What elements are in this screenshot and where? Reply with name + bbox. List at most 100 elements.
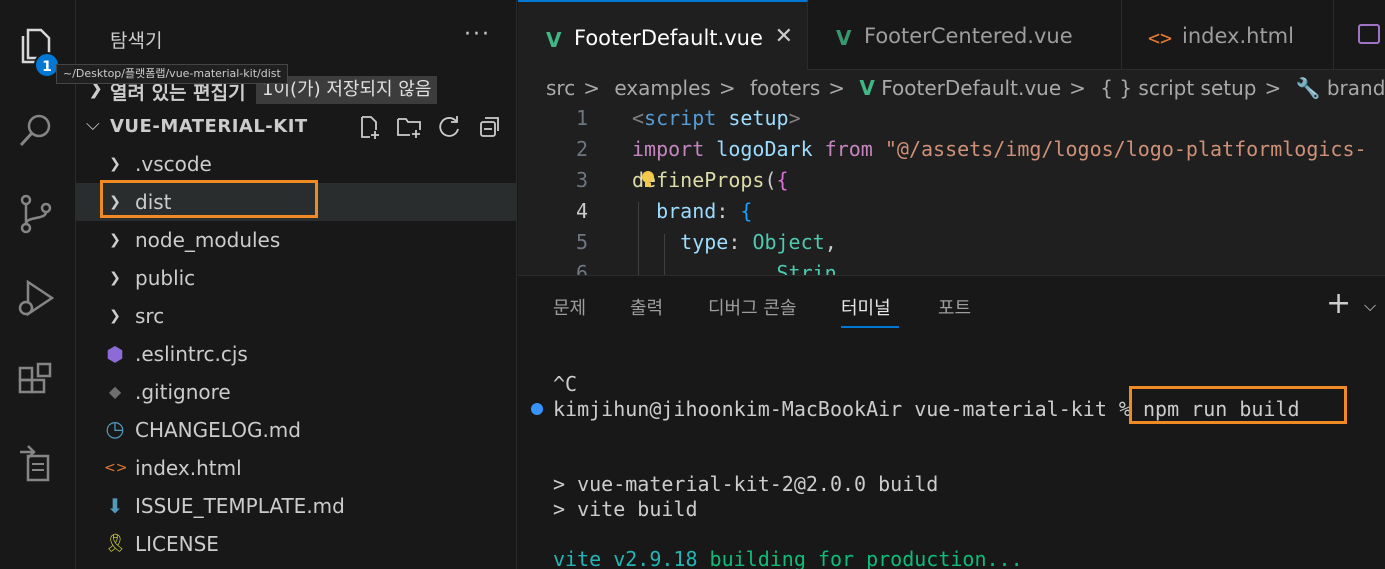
terminal-line: ^C xyxy=(553,372,578,396)
tree-item-label: LICENSE xyxy=(135,532,219,556)
line-number: 6 xyxy=(575,261,588,275)
chevron-right-icon: > xyxy=(828,76,846,100)
code-line: 4 brand: { xyxy=(518,199,1385,230)
html-icon: <> xyxy=(104,460,128,476)
license-icon: 🎗 xyxy=(104,533,127,554)
code-text: import logoDark from "@/assets/img/logos… xyxy=(632,137,1367,161)
chevron-right-icon: ❯ xyxy=(109,156,121,172)
collapse-all-icon[interactable] xyxy=(476,114,502,140)
breadcrumb: src > examples > footers > V FooterDefault.… xyxy=(546,76,1385,100)
close-icon[interactable]: ✕ xyxy=(775,24,793,49)
tree-item-label: src xyxy=(135,304,165,328)
sidebar-title: 탐색기 xyxy=(110,30,163,52)
code-line: 1 <script setup> xyxy=(518,106,1385,137)
vite-version: vite v2.9.18 xyxy=(553,547,710,569)
tree-item-label: .vscode xyxy=(135,152,212,176)
build-status: building for production... xyxy=(709,547,1023,569)
vue-file-icon: V xyxy=(546,28,562,52)
chevron-right-icon: ❯ xyxy=(109,270,121,286)
terminal[interactable]: ^C kimjihun@jihoonkim-MacBookAir vue-mat… xyxy=(518,276,1385,569)
tree-item-label: ISSUE_TEMPLATE.md xyxy=(135,494,345,518)
terminal-line: > vite build xyxy=(553,497,698,521)
tree-item[interactable]: ❯ node_modules xyxy=(76,221,517,259)
line-number: 2 xyxy=(575,137,588,161)
tab-footer-default[interactable]: V FooterDefault.vue ✕ xyxy=(518,0,808,70)
line-number: 4 xyxy=(575,199,588,223)
chevron-right-icon: > xyxy=(1264,76,1282,100)
eslint-icon: ⬢ xyxy=(106,342,124,366)
breadcrumb-item[interactable]: footers xyxy=(750,76,820,100)
wrench-icon: 🔧 xyxy=(1295,76,1321,100)
chevron-right-icon: > xyxy=(718,76,736,100)
tree-item[interactable]: ⬢ .eslintrc.cjs xyxy=(76,335,517,373)
chevron-right-icon: > xyxy=(1069,76,1086,100)
code-editor[interactable]: 1 <script setup> 2 import logoDark from "@/… xyxy=(518,106,1385,275)
tab-footer-centered[interactable]: V FooterCentered.vue xyxy=(808,0,1122,70)
tree-item-label: CHANGELOG.md xyxy=(135,418,301,442)
line-number: 5 xyxy=(575,230,588,254)
tree-item[interactable]: ❯ src xyxy=(76,297,517,335)
tree-item[interactable]: ◆ .gitignore xyxy=(76,373,517,411)
code-text: brand: { xyxy=(656,199,753,223)
new-folder-icon[interactable] xyxy=(396,114,422,140)
breadcrumb-item[interactable]: { } script setup xyxy=(1100,76,1256,100)
source-control-icon[interactable] xyxy=(14,192,58,236)
breadcrumb-item[interactable]: FooterDefault.vue xyxy=(881,76,1061,100)
highlight-dist xyxy=(100,180,318,218)
chevron-right-icon: ❯ xyxy=(109,232,121,248)
tree-item[interactable]: ⬇ ISSUE_TEMPLATE.md xyxy=(76,487,517,525)
remote-explorer-icon[interactable] xyxy=(14,442,58,486)
image-file-icon xyxy=(1358,24,1380,44)
code-line: 6 Strin xyxy=(518,261,1385,275)
code-text: type: Object, xyxy=(680,230,837,254)
editor-area: V FooterDefault.vue ✕ V FooterCentered.v… xyxy=(518,0,1385,275)
tab-label: index.html xyxy=(1182,24,1294,48)
tree-item[interactable]: ◷ CHANGELOG.md xyxy=(76,411,517,449)
html-icon: <> xyxy=(1148,26,1173,50)
explorer-sidebar: 탐색기 ··· ~/Desktop/플랫폼랩/vue-material-kit/… xyxy=(56,0,517,569)
tree-item-label: index.html xyxy=(135,456,242,480)
lightbulb-icon[interactable] xyxy=(640,170,656,190)
terminal-prompt: kimjihun@jihoonkim-MacBookAir vue-materi… xyxy=(553,397,1144,421)
search-icon[interactable] xyxy=(14,108,58,152)
refresh-icon[interactable] xyxy=(436,114,462,140)
tree-item-label: public xyxy=(135,266,196,290)
tree-item[interactable]: ❯ .vscode xyxy=(76,145,517,183)
tab-overflow[interactable] xyxy=(1334,0,1385,70)
path-tooltip: ~/Desktop/플랫폼랩/vue-material-kit/dist xyxy=(56,64,288,84)
code-text: Strin xyxy=(776,261,837,275)
project-folder-header[interactable]: ⌵ VUE-MATERIAL-KIT xyxy=(76,110,517,142)
code-line: 5 type: Object, xyxy=(518,230,1385,261)
tree-item[interactable]: <> index.html xyxy=(76,449,517,487)
run-debug-icon[interactable] xyxy=(14,276,58,320)
terminal-line: > vue-material-kit-2@2.0.0 build xyxy=(553,472,939,496)
vue-file-icon: V xyxy=(836,26,852,50)
tab-label: FooterDefault.vue xyxy=(574,26,763,50)
line-number: 1 xyxy=(575,106,588,130)
tree-item[interactable]: 🎗 LICENSE xyxy=(76,525,517,563)
tab-label: FooterCentered.vue xyxy=(864,24,1073,48)
tree-item-label: .gitignore xyxy=(135,380,231,404)
tree-item-label: .eslintrc.cjs xyxy=(135,342,248,366)
highlight-command xyxy=(1129,386,1347,424)
breadcrumb-item[interactable]: src xyxy=(546,76,575,100)
extensions-icon[interactable] xyxy=(14,360,58,404)
breadcrumb-item[interactable]: examples xyxy=(614,76,711,100)
code-text: <script setup> xyxy=(632,106,801,130)
new-file-icon[interactable] xyxy=(356,114,382,140)
code-line: 2 import logoDark from "@/assets/img/logo… xyxy=(518,137,1385,168)
breadcrumb-item[interactable]: brand xyxy=(1327,76,1385,100)
chevron-down-icon: ⌵ xyxy=(86,114,100,135)
command-status-dot xyxy=(531,403,543,415)
editor-tabs: V FooterDefault.vue ✕ V FooterCentered.v… xyxy=(518,0,1385,70)
chevron-right-icon: > xyxy=(583,76,600,100)
more-actions-icon[interactable]: ··· xyxy=(464,22,491,47)
activity-bar: 1 xyxy=(0,0,76,569)
bottom-panel: 문제 출력 디버그 콘솔 터미널 포트 + ⌵ ^C kimjihun@jiho… xyxy=(518,275,1385,569)
arrow-down-icon: ⬇ xyxy=(106,494,124,518)
vue-file-icon: V xyxy=(859,76,875,100)
chevron-right-icon: ❯ xyxy=(109,308,121,324)
line-number: 3 xyxy=(575,168,588,192)
tab-index-html[interactable]: <> index.html xyxy=(1122,0,1334,70)
tree-item[interactable]: ❯ public xyxy=(76,259,517,297)
